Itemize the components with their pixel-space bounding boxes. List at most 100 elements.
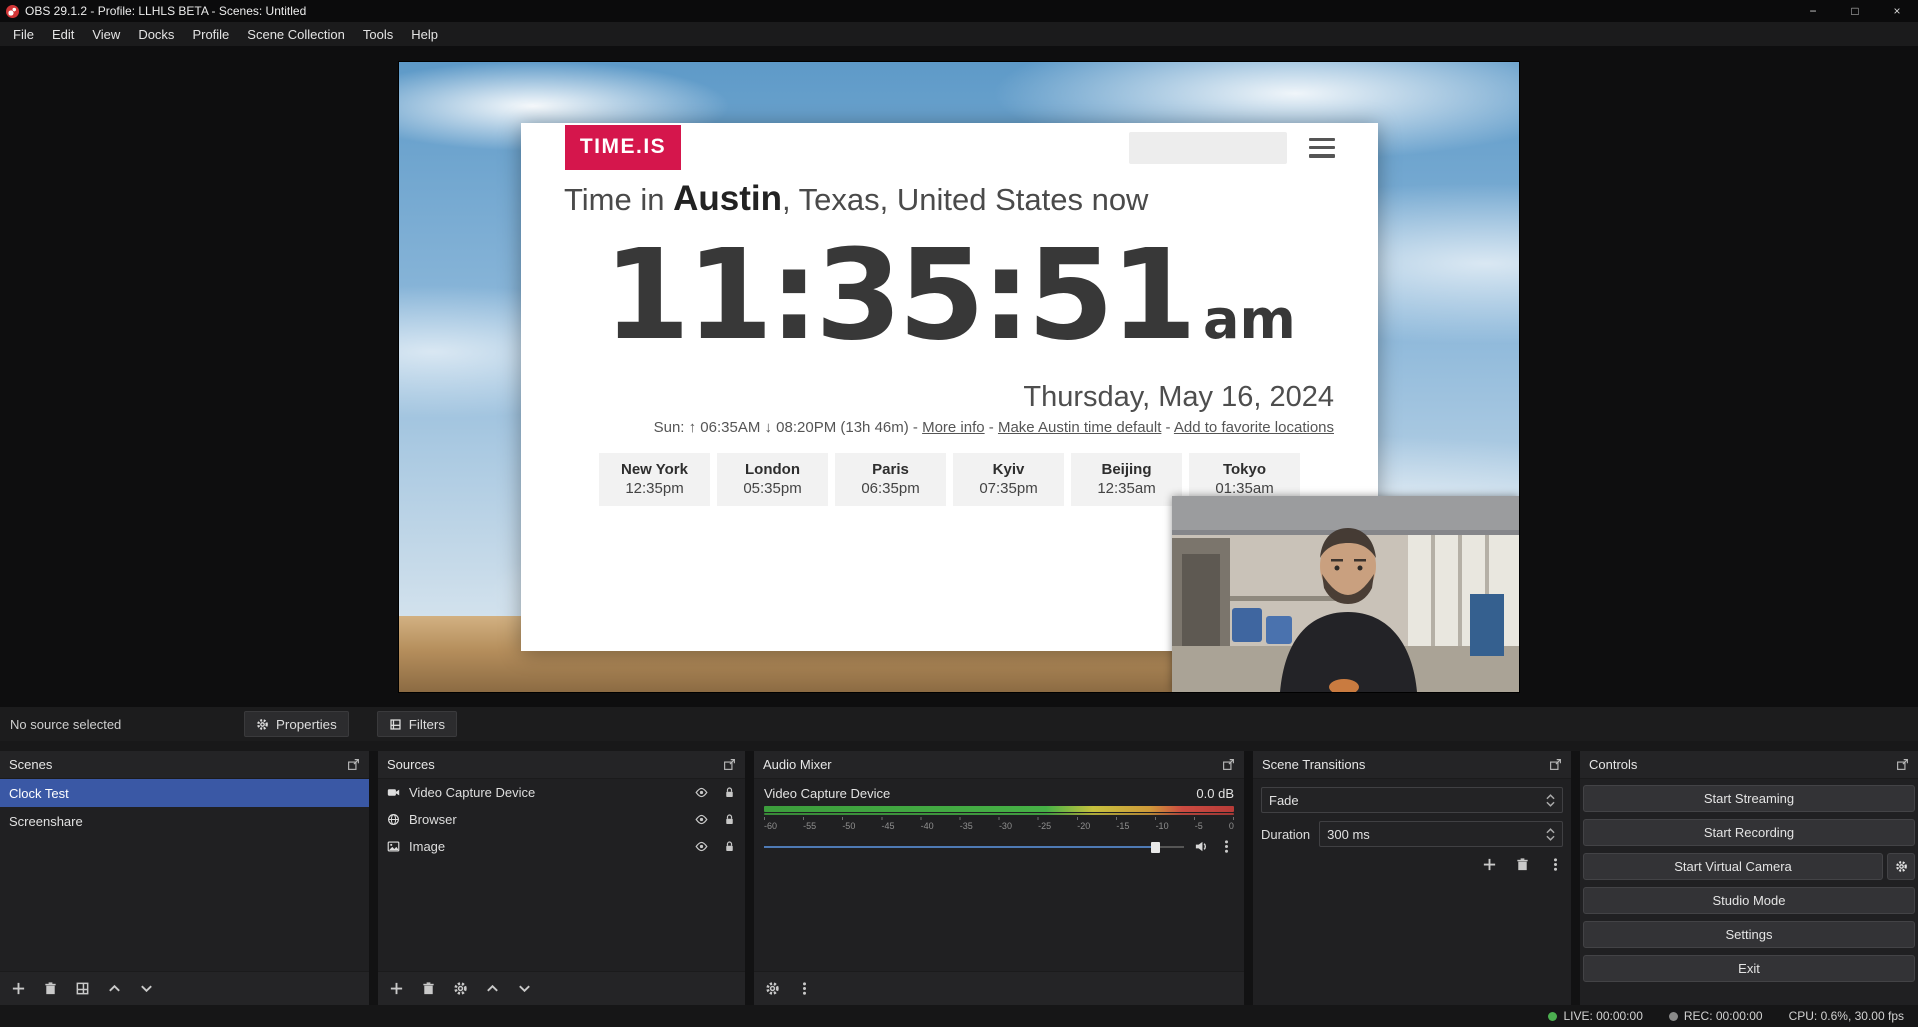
add-scene-button[interactable]: [11, 981, 26, 996]
transition-options-dots-icon[interactable]: [1548, 857, 1563, 872]
volume-meter: [764, 806, 1234, 812]
start-streaming-button[interactable]: Start Streaming: [1583, 785, 1915, 812]
program-canvas[interactable]: TIME.IS Time in Austin, Texas, United St…: [399, 62, 1519, 692]
duration-input[interactable]: [1327, 827, 1546, 842]
add-favorite-link: Add to favorite locations: [1174, 419, 1334, 436]
remove-source-button[interactable]: [421, 981, 436, 996]
menu-scene-collection[interactable]: Scene Collection: [238, 22, 354, 46]
transition-select[interactable]: Fade: [1261, 787, 1563, 813]
menu-file[interactable]: File: [4, 22, 43, 46]
title-bar: OBS 29.1.2 - Profile: LLHLS BETA - Scene…: [0, 0, 1918, 22]
scenes-dock: Scenes Clock Test Screenshare: [0, 751, 369, 1005]
scene-item-clock-test[interactable]: Clock Test: [0, 779, 369, 807]
exit-button[interactable]: Exit: [1583, 955, 1915, 982]
add-transition-button[interactable]: [1482, 857, 1497, 872]
mixer-popout-icon[interactable]: [1222, 758, 1235, 771]
source-status-text: No source selected: [10, 717, 216, 732]
transitions-dock-title: Scene Transitions: [1262, 757, 1365, 772]
image-icon: [387, 840, 400, 853]
move-scene-up-button[interactable]: [107, 981, 122, 996]
filters-icon: [389, 718, 402, 731]
meter-scale: -60-55-50-45-40-35-30-25-20-15-10-50: [764, 821, 1234, 831]
visibility-eye-icon[interactable]: [695, 813, 708, 826]
transition-select-arrows-icon[interactable]: [1546, 794, 1555, 807]
lock-icon[interactable]: [723, 813, 736, 826]
source-properties-button[interactable]: [453, 981, 468, 996]
sun-times: Sun: ↑ 06:35AM ↓ 08:20PM (13h 46m): [654, 419, 909, 436]
status-bar: LIVE: 00:00:00 REC: 00:00:00 CPU: 0.6%, …: [0, 1005, 1918, 1027]
sun-info-line: Sun: ↑ 06:35AM ↓ 08:20PM (13h 46m) - Mor…: [654, 419, 1334, 436]
visibility-eye-icon[interactable]: [695, 840, 708, 853]
filters-button[interactable]: Filters: [377, 711, 457, 737]
more-info-link: More info: [922, 419, 985, 436]
settings-button[interactable]: Settings: [1583, 921, 1915, 948]
scenes-popout-icon[interactable]: [347, 758, 360, 771]
clock-ampm: am: [1203, 288, 1296, 351]
timeis-logo: TIME.IS: [565, 125, 681, 170]
start-virtual-camera-button[interactable]: Start Virtual Camera: [1583, 853, 1883, 880]
scene-item-screenshare[interactable]: Screenshare: [0, 807, 369, 835]
remove-transition-button[interactable]: [1515, 857, 1530, 872]
menu-profile[interactable]: Profile: [183, 22, 238, 46]
controls-dock: Controls Start Streaming Start Recording…: [1580, 751, 1918, 1005]
close-button[interactable]: ×: [1876, 0, 1918, 22]
rec-status: REC: 00:00:00: [1669, 1009, 1763, 1023]
heading-suffix: , Texas, United States now: [782, 182, 1148, 217]
visibility-eye-icon[interactable]: [695, 786, 708, 799]
cpu-fps-status: CPU: 0.6%, 30.00 fps: [1789, 1009, 1904, 1023]
source-toolbar: No source selected Properties Filters: [0, 707, 1918, 741]
channel-options-dots-icon[interactable]: [1219, 839, 1234, 854]
hamburger-menu-icon: [1309, 138, 1335, 158]
source-row-video-capture[interactable]: Video Capture Device: [378, 779, 745, 806]
controls-popout-icon[interactable]: [1896, 758, 1909, 771]
duration-spin-arrows-icon[interactable]: [1546, 828, 1555, 841]
live-indicator-icon: [1548, 1012, 1557, 1021]
source-row-browser[interactable]: Browser: [378, 806, 745, 833]
menu-view[interactable]: View: [83, 22, 129, 46]
transitions-popout-icon[interactable]: [1549, 758, 1562, 771]
move-scene-down-button[interactable]: [139, 981, 154, 996]
properties-button[interactable]: Properties: [244, 711, 349, 737]
globe-icon: [387, 813, 400, 826]
live-status: LIVE: 00:00:00: [1548, 1009, 1642, 1023]
duration-label: Duration: [1261, 827, 1310, 842]
world-clock-newyork: New York12:35pm: [599, 453, 710, 506]
move-source-down-button[interactable]: [517, 981, 532, 996]
start-recording-button[interactable]: Start Recording: [1583, 819, 1915, 846]
timeis-search-box: [1129, 132, 1287, 164]
add-source-button[interactable]: [389, 981, 404, 996]
source-row-image[interactable]: Image: [378, 833, 745, 860]
move-source-up-button[interactable]: [485, 981, 500, 996]
scene-filters-button[interactable]: [75, 981, 90, 996]
sources-popout-icon[interactable]: [723, 758, 736, 771]
rec-indicator-icon: [1669, 1012, 1678, 1021]
volume-slider-handle[interactable]: [1151, 842, 1160, 853]
advanced-audio-properties-button[interactable]: [765, 981, 780, 996]
menu-docks[interactable]: Docks: [129, 22, 183, 46]
window-title: OBS 29.1.2 - Profile: LLHLS BETA - Scene…: [25, 4, 1792, 18]
video-camera-icon: [387, 786, 400, 799]
speaker-icon[interactable]: [1194, 839, 1209, 854]
maximize-button[interactable]: □: [1834, 0, 1876, 22]
remove-scene-button[interactable]: [43, 981, 58, 996]
obs-window: OBS 29.1.2 - Profile: LLHLS BETA - Scene…: [0, 0, 1918, 1027]
virtual-camera-settings-button[interactable]: [1887, 853, 1915, 880]
webcam-video-frame: [1172, 496, 1519, 692]
meter-ticks: [764, 817, 1234, 820]
menu-tools[interactable]: Tools: [354, 22, 402, 46]
audio-mixer-dock: Audio Mixer Video Capture Device 0.0 dB …: [754, 751, 1244, 1005]
menu-bar: File Edit View Docks Profile Scene Colle…: [0, 22, 1918, 46]
controls-dock-title: Controls: [1589, 757, 1637, 772]
minimize-button[interactable]: −: [1792, 0, 1834, 22]
studio-mode-button[interactable]: Studio Mode: [1583, 887, 1915, 914]
lock-icon[interactable]: [723, 840, 736, 853]
mixer-channel-db: 0.0 dB: [1196, 786, 1234, 801]
menu-edit[interactable]: Edit: [43, 22, 83, 46]
mixer-options-dots-icon[interactable]: [797, 981, 812, 996]
menu-help[interactable]: Help: [402, 22, 447, 46]
volume-slider[interactable]: [764, 840, 1184, 854]
dock-row: Scenes Clock Test Screenshare Sources: [0, 751, 1918, 1005]
webcam-overlay: [1172, 496, 1519, 692]
lock-icon[interactable]: [723, 786, 736, 799]
duration-spinbox[interactable]: [1319, 821, 1563, 847]
